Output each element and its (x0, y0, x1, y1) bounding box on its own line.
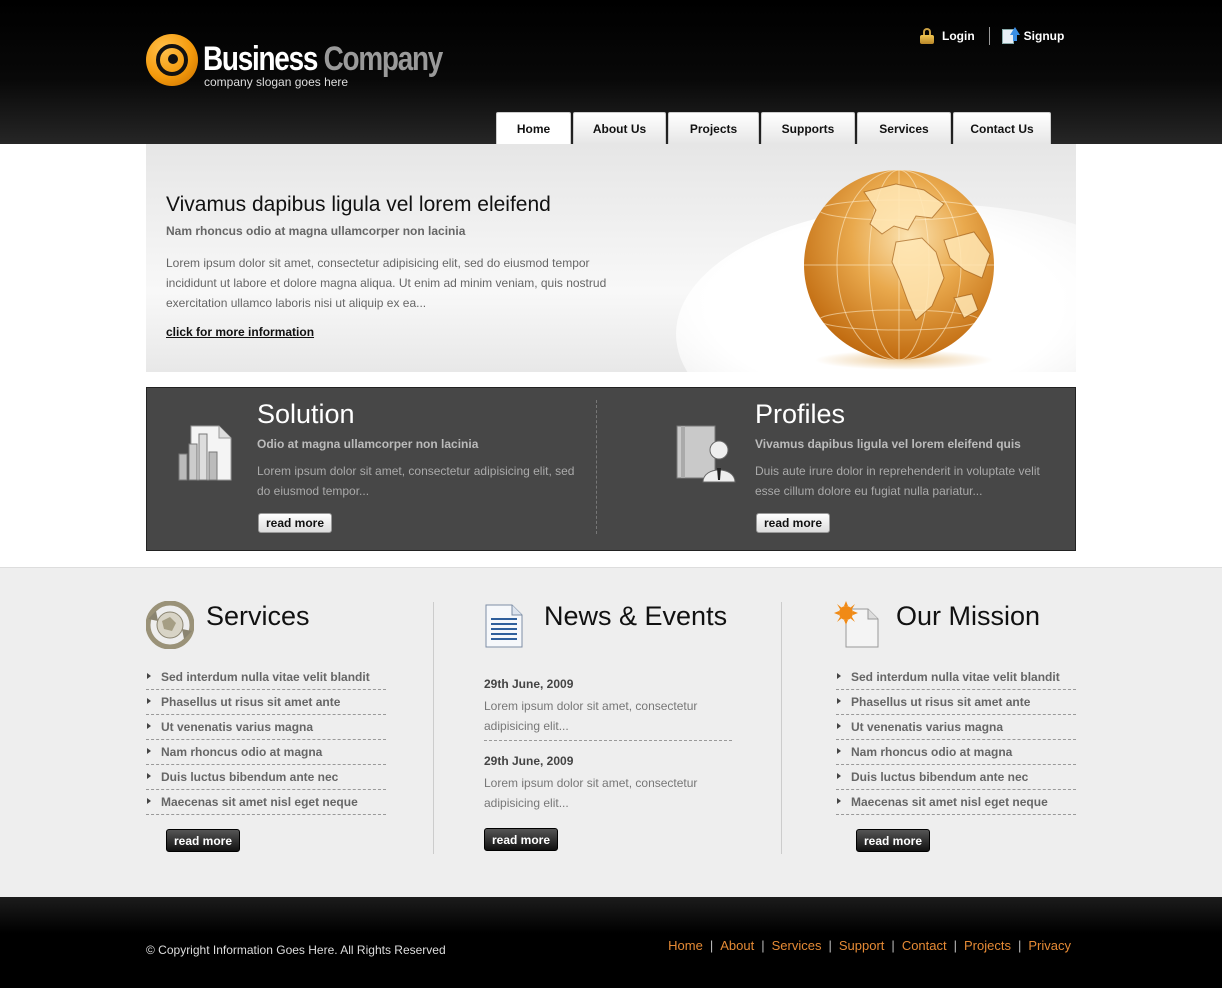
separator: | (891, 938, 895, 953)
brand-part-2: Company (323, 40, 444, 78)
news-text: Lorem ipsum dolor sit amet, consectetur … (484, 699, 698, 733)
logo-icon[interactable] (146, 34, 198, 86)
separator: | (761, 938, 765, 953)
profiles-title: Profiles (755, 399, 846, 429)
header: Business Company company slogan goes her… (0, 0, 1222, 144)
auth-links: Login Signup (920, 26, 1064, 46)
column-divider (781, 602, 782, 854)
mission-read-more-button[interactable]: read more (856, 829, 931, 852)
recycle-globe-icon (146, 601, 194, 649)
sun-document-icon (834, 601, 879, 648)
tab-home[interactable]: Home (496, 112, 571, 144)
news-title: News & Events (544, 601, 728, 631)
tab-projects[interactable]: Projects (668, 112, 759, 144)
footer-link-contact[interactable]: Contact (902, 938, 947, 953)
list-item[interactable]: Sed interdum nulla vitae velit blandit (146, 665, 386, 690)
copyright: © Copyright Information Goes Here. All R… (146, 943, 446, 957)
news-read-more-button[interactable]: read more (484, 828, 559, 851)
profiles-read-more-button[interactable]: read more (756, 513, 831, 533)
brand-name[interactable]: Business Company (203, 40, 444, 79)
list-item[interactable]: Maecenas sit amet nisl eget neque (836, 790, 1076, 815)
footer-link-about[interactable]: About (720, 938, 754, 953)
separator: | (828, 938, 832, 953)
news-text: Lorem ipsum dolor sit amet, consectetur … (484, 776, 698, 810)
signup-icon (1001, 27, 1020, 45)
lock-icon (920, 28, 934, 44)
news-separator (484, 740, 732, 741)
divider (988, 27, 990, 45)
footer-link-projects[interactable]: Projects (964, 938, 1011, 953)
document-lines-icon (485, 604, 523, 648)
list-item[interactable]: Phasellus ut risus sit amet ante (836, 690, 1076, 715)
more-info-link[interactable]: click for more information (166, 325, 314, 339)
news-date: 29th June, 2009 (484, 677, 574, 691)
list-item[interactable]: Ut venenatis varius magna (146, 715, 386, 740)
hero-title: Vivamus dapibus ligula vel lorem eleifen… (166, 193, 551, 216)
footer-links: Home | About | Services | Support | Contact |… (668, 938, 1071, 953)
list-item[interactable]: Phasellus ut risus sit amet ante (146, 690, 386, 715)
list-item[interactable]: Nam rhoncus odio at magna (836, 740, 1076, 765)
tab-about-us[interactable]: About Us (573, 112, 666, 144)
separator: | (953, 938, 958, 953)
list-item[interactable]: Duis luctus bibendum ante nec (836, 765, 1076, 790)
solution-text: Lorem ipsum dolor sit amet, consectetur … (257, 464, 575, 498)
footer-link-privacy[interactable]: Privacy (1028, 938, 1071, 953)
tab-supports[interactable]: Supports (761, 112, 855, 144)
solution-title: Solution (257, 399, 355, 429)
signup-link[interactable]: Signup (1024, 29, 1065, 43)
footer-link-support[interactable]: Support (839, 938, 885, 953)
list-item[interactable]: Nam rhoncus odio at magna (146, 740, 386, 765)
footer-link-home[interactable]: Home (668, 938, 703, 953)
mission-list: Sed interdum nulla vitae velit blandit P… (836, 665, 1076, 815)
login-link[interactable]: Login (942, 29, 975, 43)
tab-services[interactable]: Services (857, 112, 951, 144)
bar-chart-document-icon (178, 425, 232, 481)
panel-divider (596, 400, 597, 534)
user-profile-book-icon (676, 425, 736, 483)
services-list: Sed interdum nulla vitae velit blandit P… (146, 665, 386, 815)
solution-subtitle: Odio at magna ullamcorper non lacinia (257, 437, 479, 451)
news-date: 29th June, 2009 (484, 754, 574, 768)
hero-banner: Vivamus dapibus ligula vel lorem eleifen… (146, 144, 1076, 372)
profiles-text: Duis aute irure dolor in reprehenderit i… (755, 464, 1040, 498)
separator: | (709, 938, 714, 953)
separator: | (1017, 938, 1022, 953)
globe-icon (804, 170, 994, 360)
hero-subtitle: Nam rhoncus odio at magna ullamcorper no… (166, 224, 466, 238)
brand-part-1: Business (203, 40, 318, 78)
services-title: Services (206, 601, 310, 631)
main-nav: Home About Us Projects Supports Services… (496, 112, 1051, 144)
footer-link-services[interactable]: Services (772, 938, 822, 953)
services-read-more-button[interactable]: read more (166, 829, 241, 852)
lower-section: Services Sed interdum nulla vitae velit … (0, 567, 1222, 897)
column-divider (433, 602, 434, 854)
feature-panel: Solution Odio at magna ullamcorper non l… (146, 387, 1076, 551)
solution-read-more-button[interactable]: read more (258, 513, 333, 533)
tab-contact-us[interactable]: Contact Us (953, 112, 1051, 144)
hero-body: Lorem ipsum dolor sit amet, consectetur … (166, 256, 607, 310)
slogan: company slogan goes here (204, 75, 349, 89)
mission-title: Our Mission (896, 601, 1041, 631)
profiles-subtitle: Vivamus dapibus ligula vel lorem eleifen… (755, 437, 1021, 451)
list-item[interactable]: Maecenas sit amet nisl eget neque (146, 790, 386, 815)
list-item[interactable]: Sed interdum nulla vitae velit blandit (836, 665, 1076, 690)
list-item[interactable]: Ut venenatis varius magna (836, 715, 1076, 740)
footer: © Copyright Information Goes Here. All R… (0, 897, 1222, 988)
list-item[interactable]: Duis luctus bibendum ante nec (146, 765, 386, 790)
